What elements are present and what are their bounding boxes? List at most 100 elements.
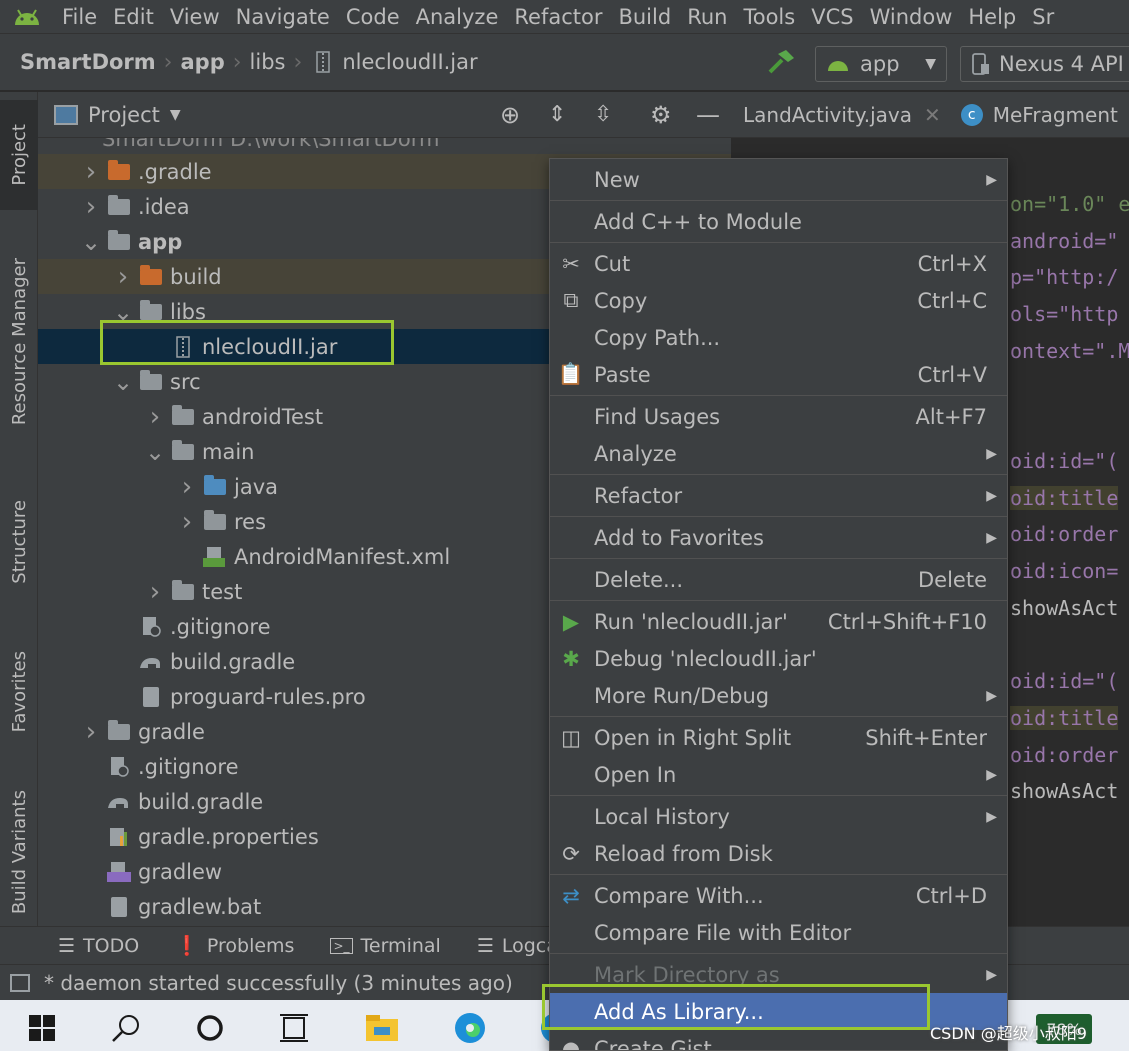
caret-down-icon[interactable]: ▼ [170,107,181,123]
edge-browser-icon[interactable] [450,1008,490,1048]
file-explorer-icon[interactable] [362,1008,402,1048]
menu-vcs[interactable]: VCS [803,5,861,29]
breadcrumb-file[interactable]: nlecloudII.jar [342,50,477,74]
context-menu-label: Mark Directory as [594,962,780,987]
chevron-right-icon[interactable]: › [76,717,106,747]
cortana-icon[interactable] [190,1008,230,1048]
context-menu-item[interactable]: ⧉ Copy Ctrl+C [550,282,1007,319]
menu-tools[interactable]: Tools [735,5,803,29]
chevron-right-icon[interactable]: › [172,507,202,537]
gear-icon[interactable]: ⚙ [650,101,672,129]
breadcrumb-project[interactable]: SmartDorm [20,50,156,74]
context-menu-label: Refactor [594,483,683,508]
status-toggle-icon[interactable] [10,973,30,992]
tree-item-label: AndroidManifest.xml [234,544,451,569]
tab-build-variants[interactable]: Build Variants [0,782,38,922]
context-menu-item[interactable]: New ▶ [550,161,1007,198]
github-icon: ● [561,1036,581,1051]
android-icon [828,61,848,71]
folder-icon [106,719,132,743]
context-menu-item[interactable]: Open In ▶ [550,756,1007,793]
context-menu-item[interactable]: ⇄ Compare With... Ctrl+D [550,877,1007,914]
menu-window[interactable]: Window [862,5,961,29]
context-menu-item[interactable]: More Run/Debug ▶ [550,677,1007,714]
context-menu-item[interactable]: Local History ▶ [550,798,1007,835]
menu-refactor[interactable]: Refactor [506,5,610,29]
windows-start-icon[interactable] [22,1008,62,1048]
build-hammer-icon[interactable] [766,48,796,81]
context-menu-item[interactable]: Analyze ▶ [550,435,1007,472]
menu-analyze[interactable]: Analyze [408,5,507,29]
search-icon[interactable] [106,1008,146,1048]
jar-icon [170,335,196,358]
chevron-down-icon[interactable]: ⌄ [76,228,106,256]
tree-item-label: proguard-rules.pro [170,684,366,709]
manifest-icon [202,546,228,568]
menu-help[interactable]: Help [960,5,1024,29]
tree-item-label: .idea [138,194,190,219]
chevron-right-icon[interactable]: › [108,262,138,292]
context-menu-label: More Run/Debug [594,683,770,708]
chevron-right-icon[interactable]: › [140,577,170,607]
context-menu-item[interactable]: Find Usages Alt+F7 [550,398,1007,435]
chevron-down-icon[interactable]: ⌄ [108,298,138,326]
context-menu-item[interactable]: ✂ Cut Ctrl+X [550,245,1007,282]
tool-todo[interactable]: ☰ TODO [58,935,139,957]
tree-item-label: libs [170,299,206,324]
tab-project[interactable]: Project [0,100,38,210]
context-menu-item[interactable]: Add C++ to Module [550,203,1007,240]
tool-problems[interactable]: ❗ Problems [175,934,294,958]
tool-logcat[interactable]: ☰ Logca [477,935,558,957]
minimize-icon[interactable]: — [696,101,720,129]
left-tool-stripe: Project Resource Manager Structure Favor… [0,92,38,926]
context-menu-item[interactable]: Copy Path... [550,319,1007,356]
tab-structure[interactable]: Structure [0,477,38,607]
project-view-label[interactable]: Project [88,103,160,127]
task-view-icon[interactable] [274,1008,314,1048]
context-menu-label: Copy [594,288,648,313]
breadcrumb-folder[interactable]: libs [250,50,286,74]
chevron-right-icon[interactable]: › [76,157,106,187]
context-menu-item[interactable]: ▶ Run 'nlecloudII.jar' Ctrl+Shift+F10 [550,603,1007,640]
context-menu-item[interactable]: Refactor ▶ [550,477,1007,514]
menu-run[interactable]: Run [679,5,735,29]
context-menu-label: Paste [594,362,651,387]
menu-separator [550,200,1007,201]
expand-all-icon[interactable]: ⇕ [548,102,566,127]
menu-sr[interactable]: Sr [1024,5,1062,29]
context-menu-item[interactable]: ◫ Open in Right Split Shift+Enter [550,719,1007,756]
run-config-selector[interactable]: app ▼ [815,46,947,82]
chevron-right-icon[interactable]: › [172,472,202,502]
context-menu-item[interactable]: Add to Favorites ▶ [550,519,1007,556]
tab-me-fragment[interactable]: c MeFragment [941,92,1118,138]
breadcrumb-module[interactable]: app [180,50,224,74]
submenu-arrow-icon: ▶ [986,808,997,825]
context-menu-item[interactable]: ⟳ Reload from Disk [550,835,1007,872]
collapse-all-icon[interactable]: ⇳ [594,102,612,127]
context-menu-item[interactable]: Compare File with Editor [550,914,1007,951]
submenu-arrow-icon: ▶ [986,445,997,462]
menu-code[interactable]: Code [338,5,408,29]
chevron-right-icon[interactable]: › [76,192,106,222]
tab-land-activity[interactable]: LandActivity.java ✕ [731,92,941,138]
chevron-down-icon[interactable]: ⌄ [140,438,170,466]
menu-file[interactable]: File [54,5,105,29]
menu-edit[interactable]: Edit [105,5,162,29]
device-selector[interactable]: Nexus 4 API [960,46,1129,82]
menu-view[interactable]: View [162,5,228,29]
locate-icon[interactable]: ⊕ [500,101,520,129]
folder-icon [138,369,164,393]
context-menu-item[interactable]: 📋 Paste Ctrl+V [550,356,1007,393]
chevron-right-icon[interactable]: › [140,402,170,432]
tab-resource-manager[interactable]: Resource Manager [0,232,38,452]
close-icon[interactable]: ✕ [924,103,941,127]
tab-favorites[interactable]: Favorites [0,627,38,757]
context-menu-item[interactable]: ✱ Debug 'nlecloudII.jar' [550,640,1007,677]
context-menu-label: Local History [594,804,730,829]
menu-navigate[interactable]: Navigate [228,5,338,29]
submenu-arrow-icon: ▶ [986,966,997,983]
context-menu-item[interactable]: Delete... Delete [550,561,1007,598]
tool-terminal[interactable]: >_ Terminal [330,935,441,957]
menu-build[interactable]: Build [610,5,679,29]
chevron-down-icon[interactable]: ⌄ [108,368,138,396]
